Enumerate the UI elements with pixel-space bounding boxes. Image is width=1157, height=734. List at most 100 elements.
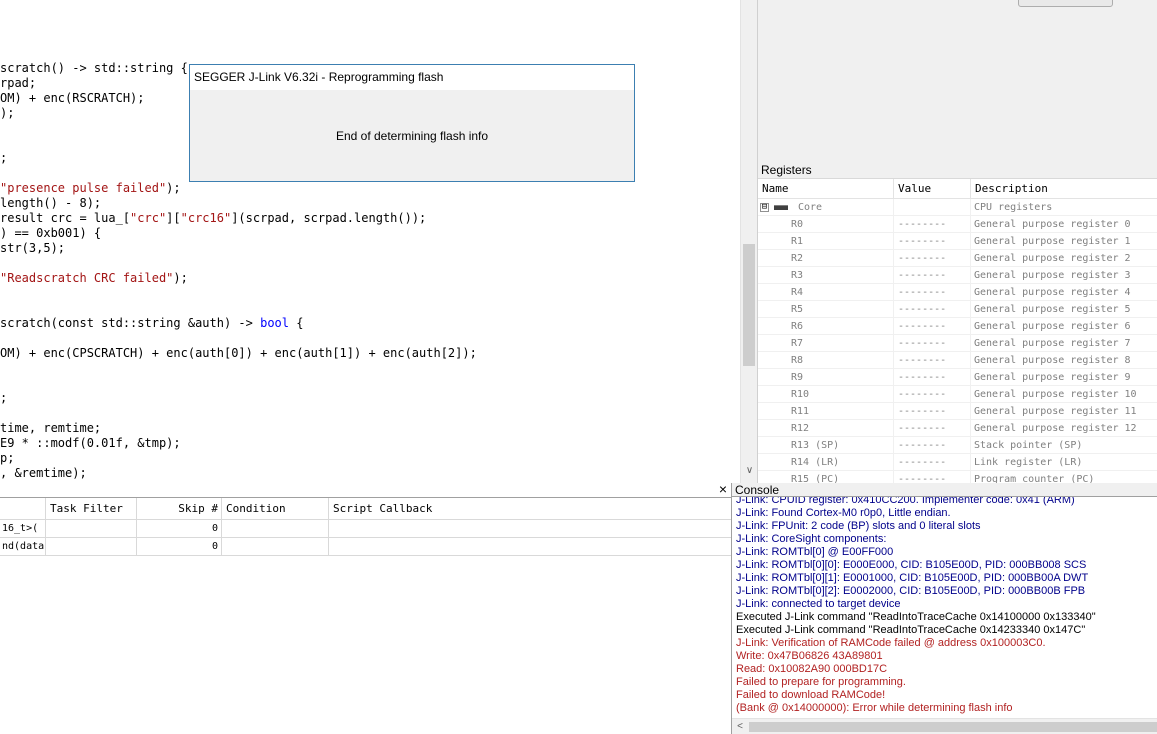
register-row[interactable]: R4 -------- General purpose register 4: [758, 284, 1157, 301]
register-name: R5: [791, 304, 804, 315]
register-row[interactable]: R9 -------- General purpose register 9: [758, 369, 1157, 386]
code-token: E9 * ::modf(0.01f, &tmp);: [0, 436, 181, 450]
console-line: (Bank @ 0x14000000): Error while determi…: [736, 702, 1013, 714]
breakpoint-script-callback: [329, 538, 731, 556]
string-literal: "presence pulse failed": [0, 181, 167, 195]
register-description: General purpose register 11: [974, 406, 1137, 417]
console-output[interactable]: J-Link: CPUID register: 0x410CC200. Impl…: [732, 497, 1157, 718]
console-horizontal-scrollbar[interactable]: <: [732, 718, 1157, 734]
code-line[interactable]: str(3,5);: [0, 241, 65, 256]
column-header-skip[interactable]: Skip #: [137, 498, 222, 520]
dialog-title: SEGGER J-Link V6.32i - Reprogramming fla…: [190, 65, 634, 90]
code-line[interactable]: "Readscratch CRC failed");: [0, 271, 188, 286]
scroll-left-icon[interactable]: <: [734, 720, 746, 734]
register-row[interactable]: R2 -------- General purpose register 2: [758, 250, 1157, 267]
register-group-core[interactable]: ⊟ Core CPU registers: [758, 199, 1157, 216]
column-header-description[interactable]: Description: [971, 179, 1157, 199]
column-header-value[interactable]: Value: [894, 179, 971, 199]
column-header-condition[interactable]: Condition: [222, 498, 329, 520]
register-description: General purpose register 12: [974, 423, 1137, 434]
code-line[interactable]: length() - 8);: [0, 196, 101, 211]
editor-scroll-thumb[interactable]: [743, 244, 755, 366]
code-line[interactable]: , &remtime);: [0, 466, 87, 481]
register-value: --------: [898, 355, 947, 366]
register-row[interactable]: R13 (SP) -------- Stack pointer (SP): [758, 437, 1157, 454]
code-token: OM) + enc(CPSCRATCH) + enc(auth[0]) + en…: [0, 346, 477, 360]
scroll-down-icon[interactable]: ∨: [743, 464, 756, 478]
register-row[interactable]: R0 -------- General purpose register 0: [758, 216, 1157, 233]
register-description: General purpose register 5: [974, 304, 1131, 315]
register-description: General purpose register 9: [974, 372, 1131, 383]
column-header-location[interactable]: [0, 498, 46, 520]
code-token: result crc = lua_[: [0, 211, 131, 225]
register-row[interactable]: R7 -------- General purpose register 7: [758, 335, 1157, 352]
register-row[interactable]: R14 (LR) -------- Link register (LR): [758, 454, 1157, 471]
collapse-icon[interactable]: ⊟: [760, 203, 769, 212]
registers-panel: Registers Name Value Description ⊟ Core …: [757, 163, 1157, 483]
code-line[interactable]: time, remtime;: [0, 421, 101, 436]
column-header-script-callback[interactable]: Script Callback: [329, 498, 731, 520]
console-line: Executed J-Link command "ReadIntoTraceCa…: [736, 611, 1096, 623]
pane-button[interactable]: [1018, 0, 1113, 7]
console-line: J-Link: FPUnit: 2 code (BP) slots and 0 …: [736, 520, 981, 532]
code-line[interactable]: OM) + enc(RSCRATCH);: [0, 91, 145, 106]
code-line[interactable]: p;: [0, 451, 14, 466]
breakpoint-location: nd(data: [0, 538, 46, 556]
console-line: Failed to download RAMCode!: [736, 689, 886, 701]
register-row[interactable]: R3 -------- General purpose register 3: [758, 267, 1157, 284]
code-line[interactable]: E9 * ::modf(0.01f, &tmp);: [0, 436, 181, 451]
register-row[interactable]: R5 -------- General purpose register 5: [758, 301, 1157, 318]
string-literal: "Readscratch CRC failed": [0, 271, 174, 285]
register-value: --------: [898, 287, 947, 298]
code-line[interactable]: scratch() -> std::string {: [0, 61, 188, 76]
register-row[interactable]: R8 -------- General purpose register 8: [758, 352, 1157, 369]
editor-vertical-scrollbar[interactable]: ∨: [740, 0, 757, 483]
register-name: R0: [791, 219, 804, 230]
breakpoint-row[interactable]: 16_t>( 0: [0, 520, 731, 538]
register-description: Program counter (PC): [974, 474, 1095, 483]
code-line[interactable]: ;: [0, 391, 7, 406]
register-description: General purpose register 0: [974, 219, 1131, 230]
code-token: );: [166, 181, 181, 195]
register-name: R13 (SP): [791, 440, 840, 451]
column-header-task-filter[interactable]: Task Filter: [46, 498, 137, 520]
breakpoint-script-callback: [329, 520, 731, 538]
register-name: R7: [791, 338, 804, 349]
code-line[interactable]: ) == 0xb001) {: [0, 226, 101, 241]
register-name: R10: [791, 389, 810, 400]
register-row[interactable]: R6 -------- General purpose register 6: [758, 318, 1157, 335]
register-description: General purpose register 3: [974, 270, 1131, 281]
register-value: --------: [898, 474, 947, 483]
column-header-name[interactable]: Name: [758, 179, 894, 199]
breakpoint-skip-count: 0: [137, 520, 222, 538]
register-row[interactable]: R1 -------- General purpose register 1: [758, 233, 1157, 250]
breakpoint-skip-count: 0: [137, 538, 222, 556]
code-line[interactable]: rpad;: [0, 76, 36, 91]
breakpoint-condition: [222, 538, 329, 556]
register-row[interactable]: R15 (PC) -------- Program counter (PC): [758, 471, 1157, 483]
register-row[interactable]: R12 -------- General purpose register 12: [758, 420, 1157, 437]
code-line[interactable]: OM) + enc(CPSCRATCH) + enc(auth[0]) + en…: [0, 346, 477, 361]
console-line: J-Link: CPUID register: 0x410CC200. Impl…: [736, 497, 1075, 506]
breakpoint-location: 16_t>(: [0, 520, 46, 538]
code-line[interactable]: scratch(const std::string &auth) -> bool…: [0, 316, 303, 331]
code-line[interactable]: ;: [0, 151, 7, 166]
breakpoint-row[interactable]: nd(data 0: [0, 538, 731, 556]
console-line: J-Link: ROMTbl[0][2]: E0002000, CID: B10…: [736, 585, 1086, 597]
code-line[interactable]: );: [0, 106, 14, 121]
register-description: General purpose register 8: [974, 355, 1131, 366]
console-line: J-Link: ROMTbl[0][1]: E0001000, CID: B10…: [736, 572, 1089, 584]
register-value: --------: [898, 338, 947, 349]
register-value: --------: [898, 253, 947, 264]
register-description: Link register (LR): [974, 457, 1083, 468]
register-description: General purpose register 1: [974, 236, 1131, 247]
register-row[interactable]: R10 -------- General purpose register 10: [758, 386, 1157, 403]
register-row[interactable]: R11 -------- General purpose register 11: [758, 403, 1157, 420]
code-token: str(3,5);: [0, 241, 66, 255]
close-icon[interactable]: ×: [716, 482, 730, 496]
code-token: ) == 0xb001) {: [0, 226, 102, 240]
console-scroll-thumb[interactable]: [749, 722, 1157, 732]
code-line[interactable]: "presence pulse failed");: [0, 181, 181, 196]
console-line: J-Link: Verification of RAMCode failed @…: [736, 637, 1046, 649]
code-line[interactable]: result crc = lua_["crc"]["crc16"](scrpad…: [0, 211, 426, 226]
